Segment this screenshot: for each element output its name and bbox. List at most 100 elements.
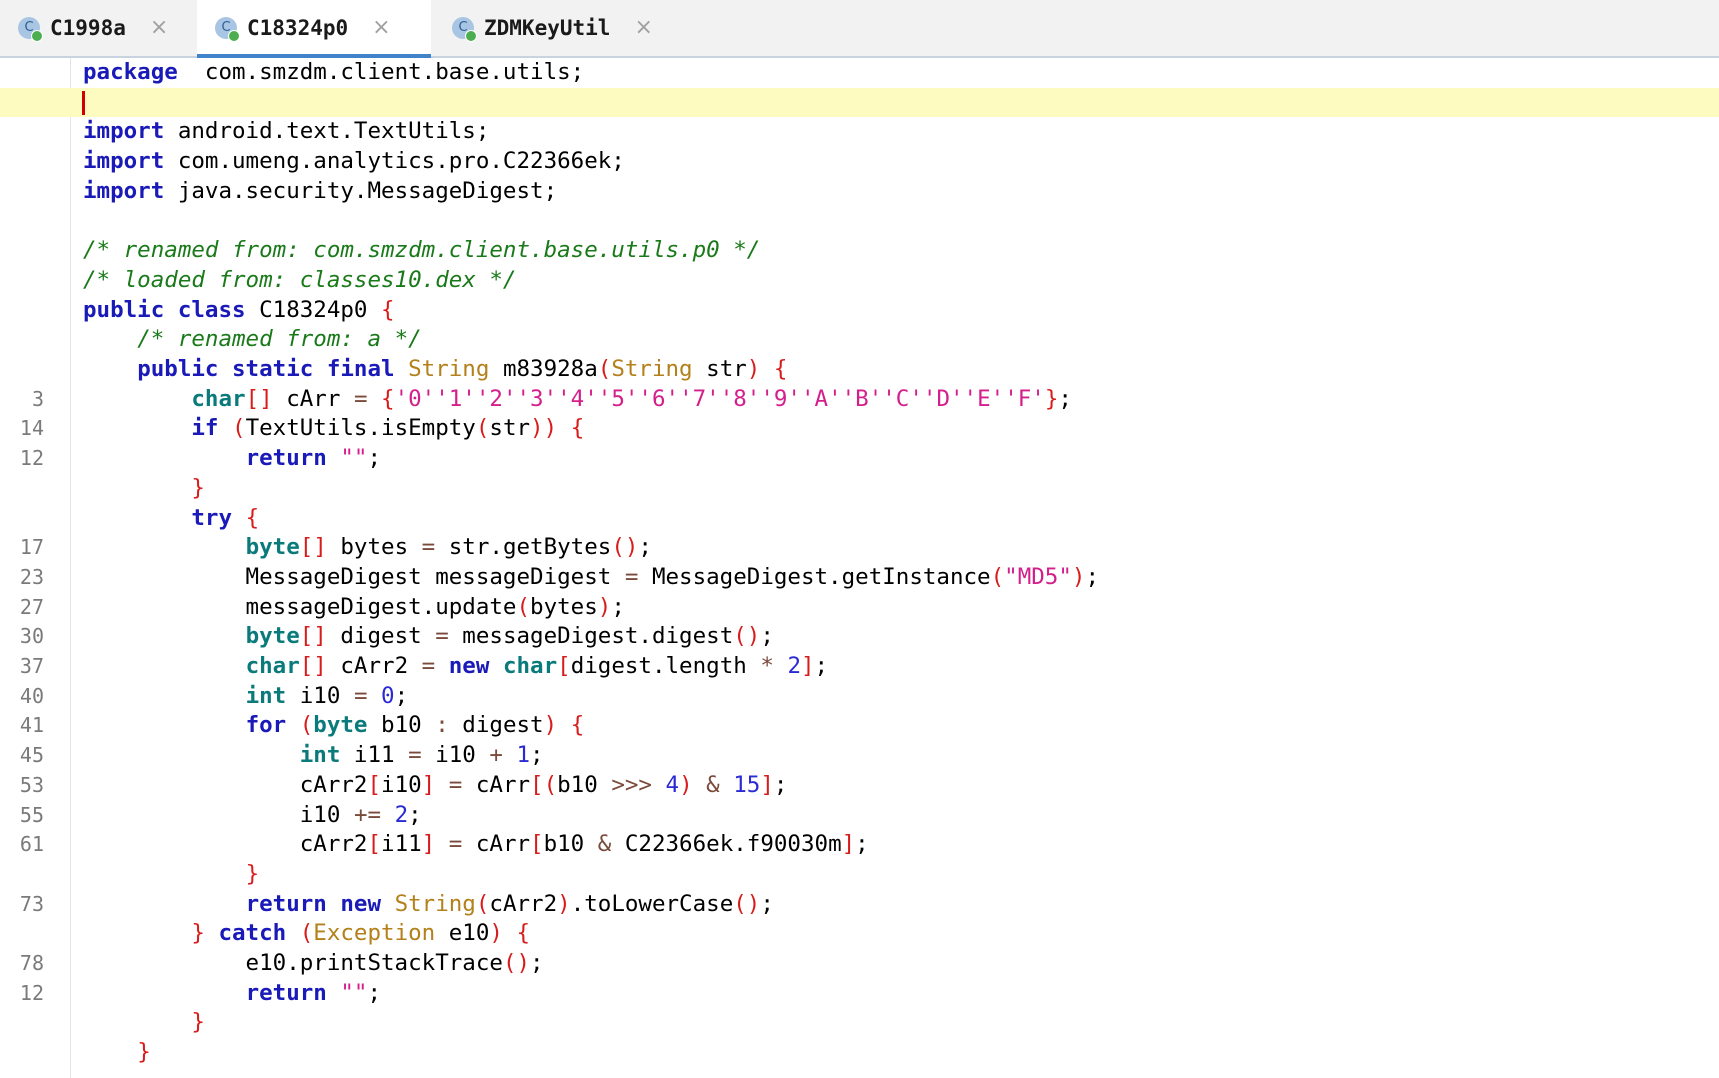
code-token: catch <box>218 920 287 947</box>
code-token: ; <box>408 801 422 828</box>
code-line[interactable]: 27 messageDigest.update(bytes); <box>0 593 1719 623</box>
code-token: digest <box>448 712 544 739</box>
code-line[interactable]: 23 MessageDigest messageDigest = Message… <box>0 563 1719 593</box>
code-token: b10 <box>367 712 436 739</box>
code-line[interactable]: 53 cArr2[i10] = cArr[(b10 >>> 4) & 15]; <box>0 771 1719 801</box>
code-line[interactable]: public class C18324p0 { <box>0 296 1719 326</box>
code-token: ( <box>597 356 612 382</box>
code-token: final <box>326 356 395 382</box>
code-line[interactable]: 12 return ""; <box>0 444 1719 474</box>
code-line[interactable]: 45 int i11 = i10 + 1; <box>0 741 1719 771</box>
code-line[interactable]: 41 for (byte b10 : digest) { <box>0 711 1719 741</box>
code-token: e10.printStackTrace <box>83 950 503 976</box>
line-number: 17 <box>19 535 44 560</box>
code-text: /* renamed from: a */ <box>83 325 421 355</box>
code-token: new <box>448 653 490 679</box>
tab-c18324p0[interactable]: C C18324p0 × <box>197 0 431 58</box>
code-token: int <box>299 742 341 769</box>
code-line[interactable]: import com.umeng.analytics.pro.C22366ek; <box>0 147 1719 177</box>
code-token: '3' <box>516 385 558 412</box>
code-token: 'F' <box>1004 385 1045 412</box>
code-text: i10 += 2; <box>83 801 422 831</box>
code-line[interactable]: /* loaded from: classes10.dex */ <box>0 266 1719 296</box>
code-line[interactable]: import java.security.MessageDigest; <box>0 177 1719 207</box>
code-line[interactable]: 14 if (TextUtils.isEmpty(str)) { <box>0 414 1719 444</box>
code-line[interactable]: 78 e10.printStackTrace(); <box>0 949 1719 979</box>
code-token: += <box>353 801 382 828</box>
class-icon: C <box>18 17 43 42</box>
code-token: return <box>245 445 327 472</box>
code-token: ; <box>530 950 544 976</box>
tab-zdmkeyutil[interactable]: C ZDMKeyUtil × <box>434 0 684 56</box>
code-token: '1' <box>435 385 476 412</box>
code-token: 2 <box>394 801 409 828</box>
code-line[interactable] <box>0 87 1719 118</box>
code-token: cArr2 <box>489 890 558 917</box>
code-token: MessageDigest.getInstance <box>638 563 991 590</box>
code-line[interactable]: } catch (Exception e10) { <box>0 919 1719 949</box>
code-text: int i11 = i10 + 1; <box>83 741 544 771</box>
code-token: '8' <box>719 385 761 412</box>
code-line[interactable]: 3 char[] cArr = {'0''1''2''3''4''5''6''7… <box>0 385 1719 415</box>
code-token: } <box>191 920 205 947</box>
code-token: ) <box>543 712 558 739</box>
code-line[interactable]: 17 byte[] bytes = str.getBytes(); <box>0 533 1719 563</box>
code-token: byte <box>245 534 300 561</box>
code-token: = <box>435 623 449 650</box>
code-token: ] <box>421 831 436 858</box>
line-number: 45 <box>19 743 44 768</box>
close-icon[interactable]: × <box>634 17 652 39</box>
code-text: return ""; <box>83 444 381 474</box>
code-token: bytes <box>530 593 598 620</box>
code-line[interactable] <box>0 207 1719 237</box>
code-line[interactable]: 30 byte[] digest = messageDigest.digest(… <box>0 622 1719 652</box>
close-icon[interactable]: × <box>150 17 168 39</box>
code-line[interactable]: 37 char[] cArr2 = new char[digest.length… <box>0 652 1719 682</box>
code-line[interactable]: } <box>0 860 1719 890</box>
code-line[interactable]: 61 cArr2[i11] = cArr[b10 & C22366ek.f900… <box>0 830 1719 860</box>
code-text: int i10 = 0; <box>83 682 409 712</box>
code-line[interactable]: public static final String m83928a(Strin… <box>0 355 1719 385</box>
code-token: 0 <box>381 682 395 709</box>
code-token: cArr2 <box>83 771 368 798</box>
tab-label: C1998a <box>50 16 126 40</box>
code-line[interactable]: } <box>0 474 1719 504</box>
code-token: messageDigest.digest <box>448 623 734 650</box>
code-line[interactable]: package com.smzdm.client.base.utils; <box>0 58 1719 88</box>
code-line[interactable]: import android.text.TextUtils; <box>0 117 1719 147</box>
close-icon[interactable]: × <box>372 17 390 39</box>
code-token: b10 <box>557 771 612 798</box>
code-token: ; <box>530 742 544 769</box>
code-text: messageDigest.update(bytes); <box>83 593 625 623</box>
code-token: = <box>448 831 463 858</box>
code-line[interactable]: 40 int i10 = 0; <box>0 682 1719 712</box>
code-token: '4' <box>557 385 598 412</box>
code-token: : <box>435 712 449 739</box>
code-line[interactable]: } <box>0 1038 1719 1068</box>
class-icon: C <box>452 17 477 42</box>
code-text: e10.printStackTrace(); <box>83 949 544 979</box>
code-token: Exception <box>313 920 436 947</box>
code-line[interactable]: /* renamed from: a */ <box>0 325 1719 355</box>
code-token: ; <box>367 445 382 472</box>
code-line[interactable]: 73 return new String(cArr2).toLowerCase(… <box>0 890 1719 920</box>
code-token: () <box>733 623 761 650</box>
code-line[interactable]: 55 i10 += 2; <box>0 801 1719 831</box>
code-editor[interactable]: package com.smzdm.client.base.utils; impo… <box>0 58 1719 1078</box>
code-line[interactable]: /* renamed from: com.smzdm.client.base.u… <box>0 236 1719 266</box>
code-line[interactable]: 12 return ""; <box>0 979 1719 1009</box>
code-line[interactable]: try { <box>0 504 1719 534</box>
code-line[interactable]: } <box>0 1008 1719 1038</box>
code-token: i10 <box>286 682 354 709</box>
tab-c1998a[interactable]: C C1998a × <box>0 0 180 56</box>
code-token: ; <box>760 890 774 917</box>
code-text: } <box>83 860 260 890</box>
code-token: ; <box>394 682 409 709</box>
code-token: return <box>245 979 327 1006</box>
